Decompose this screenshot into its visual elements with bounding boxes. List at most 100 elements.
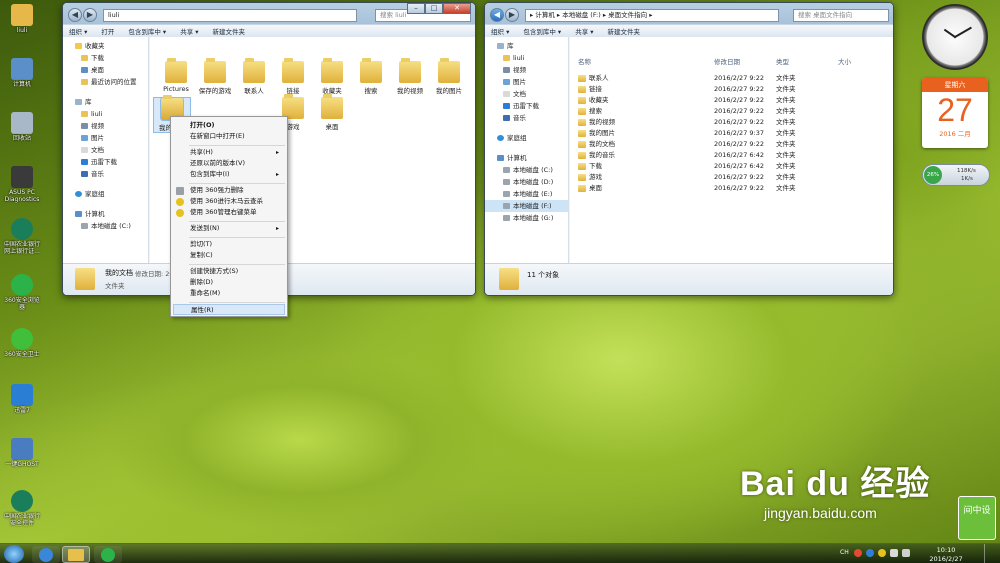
folder-item[interactable]: 搜索 bbox=[352, 58, 390, 95]
menu-copy[interactable]: 复制(C) bbox=[173, 250, 285, 261]
search-input[interactable]: 搜索 桌面文件指向 bbox=[793, 9, 889, 22]
nav-drive-g[interactable]: 本地磁盘 (G:) bbox=[485, 212, 568, 224]
nav-drive-f[interactable]: 本地磁盘 (F:) bbox=[485, 200, 568, 212]
volume-icon[interactable] bbox=[902, 549, 910, 557]
360-tray-icon[interactable] bbox=[878, 549, 886, 557]
taskbar-explorer[interactable] bbox=[62, 546, 90, 563]
desktop-icon-user[interactable]: liuli bbox=[2, 4, 42, 34]
network-icon[interactable] bbox=[890, 549, 898, 557]
nav-lib-liuli[interactable]: liuli bbox=[485, 52, 568, 64]
folder-item[interactable]: 联系人 bbox=[235, 58, 273, 95]
folder-item[interactable]: 我的图片 bbox=[430, 58, 468, 95]
folder-item[interactable]: 我的视频 bbox=[391, 58, 429, 95]
sogou-icon[interactable] bbox=[854, 549, 862, 557]
share-menu[interactable]: 共享 ▾ bbox=[575, 26, 593, 36]
tray-date[interactable]: 2016/2/27 bbox=[916, 555, 976, 563]
table-row[interactable]: 桌面 2016/2/27 9:22 文件夹 bbox=[570, 183, 893, 194]
taskbar-ie[interactable] bbox=[32, 546, 60, 563]
desktop-icon-360-browser[interactable]: 360安全浏览器 bbox=[2, 274, 42, 311]
tray-time[interactable]: 10:10 bbox=[916, 546, 976, 554]
calendar-gadget[interactable]: 星期六 27 2016 二月 bbox=[922, 78, 988, 148]
nav-recent[interactable]: 最近访问的位置 bbox=[63, 76, 148, 88]
new-folder-button[interactable]: 新建文件夹 bbox=[608, 26, 641, 36]
menu-delete[interactable]: 删除(D) bbox=[173, 277, 285, 288]
nav-lib-documents[interactable]: 文档 bbox=[485, 88, 568, 100]
open-button[interactable]: 打开 bbox=[101, 26, 114, 36]
nav-desktop[interactable]: 桌面 bbox=[63, 64, 148, 76]
table-row[interactable]: 我的音乐 2016/2/27 6:42 文件夹 bbox=[570, 150, 893, 161]
table-row[interactable]: 游戏 2016/2/27 9:22 文件夹 bbox=[570, 172, 893, 183]
menu-properties[interactable]: 属性(R) bbox=[173, 304, 285, 315]
menu-open[interactable]: 打开(O) bbox=[173, 120, 285, 131]
menu-360-trojan-scan[interactable]: 使用 360进行木马云查杀 bbox=[173, 196, 285, 207]
folder-item[interactable]: Pictures bbox=[157, 58, 195, 93]
nav-libraries[interactable]: 库 bbox=[63, 96, 148, 108]
show-desktop-button[interactable] bbox=[984, 544, 992, 563]
desktop-icon-xunlei[interactable]: 迅雷7 bbox=[2, 384, 42, 414]
nav-lib-xunlei[interactable]: 迅雷下载 bbox=[485, 100, 568, 112]
menu-cut[interactable]: 剪切(T) bbox=[173, 239, 285, 250]
nav-drive-e[interactable]: 本地磁盘 (E:) bbox=[485, 188, 568, 200]
desktop-icon-asus[interactable]: ASUS PC Diagnostics bbox=[2, 166, 42, 203]
address-bar[interactable]: ▸ 计算机 ▸ 本地磁盘 (F:) ▸ 桌面文件指向 ▸ bbox=[525, 9, 779, 22]
forward-button[interactable]: ▶ bbox=[83, 8, 97, 22]
nav-drive-c[interactable]: 本地磁盘 (C:) bbox=[485, 164, 568, 176]
desktop-icon-computer[interactable]: 计算机 bbox=[2, 58, 42, 88]
nav-lib-music[interactable]: 音乐 bbox=[485, 112, 568, 124]
nav-drive-d[interactable]: 本地磁盘 (D:) bbox=[485, 176, 568, 188]
table-row[interactable]: 联系人 2016/2/27 9:22 文件夹 bbox=[570, 73, 893, 84]
address-bar[interactable]: liuli bbox=[103, 9, 357, 22]
minimize-button[interactable]: – bbox=[407, 3, 425, 14]
share-menu[interactable]: 共享 ▾ bbox=[180, 26, 198, 36]
desktop-icon-360-safe[interactable]: 360安全卫士 bbox=[2, 328, 42, 358]
back-button[interactable]: ◀ bbox=[490, 8, 504, 22]
nav-computer[interactable]: 计算机 bbox=[63, 208, 148, 220]
folder-item[interactable]: 保存的游戏 bbox=[196, 58, 234, 95]
table-row[interactable]: 链接 2016/2/27 9:22 文件夹 bbox=[570, 84, 893, 95]
input-lang[interactable]: CH bbox=[840, 549, 849, 556]
menu-share[interactable]: 共享(H) ▸ bbox=[173, 147, 285, 158]
nav-lib-videos[interactable]: 视频 bbox=[485, 64, 568, 76]
menu-360-force-delete[interactable]: 使用 360强力删除 bbox=[173, 185, 285, 196]
menu-restore-versions[interactable]: 还原以前的版本(V) bbox=[173, 158, 285, 169]
close-button[interactable]: ✕ bbox=[443, 3, 471, 14]
desktop-icon-recycle-bin[interactable]: 回收站 bbox=[2, 112, 42, 142]
folder-item[interactable]: 收藏夹 bbox=[313, 58, 351, 95]
nav-computer[interactable]: 计算机 bbox=[485, 152, 568, 164]
start-button[interactable] bbox=[4, 545, 24, 563]
table-row[interactable]: 我的图片 2016/2/27 9:37 文件夹 bbox=[570, 128, 893, 139]
organize-menu[interactable]: 组织 ▾ bbox=[491, 26, 509, 36]
table-row[interactable]: 收藏夹 2016/2/27 9:22 文件夹 bbox=[570, 95, 893, 106]
table-row[interactable]: 我的视频 2016/2/27 9:22 文件夹 bbox=[570, 117, 893, 128]
nav-lib-videos[interactable]: 视频 bbox=[63, 120, 148, 132]
folder-item[interactable]: 链接 bbox=[274, 58, 312, 95]
help-icon[interactable] bbox=[866, 549, 874, 557]
right-explorer-window[interactable]: ◀ ▶ ▸ 计算机 ▸ 本地磁盘 (F:) ▸ 桌面文件指向 ▸ 搜索 桌面文件… bbox=[484, 2, 894, 296]
nav-lib-liuli[interactable]: liuli bbox=[63, 108, 148, 120]
menu-open-new-window[interactable]: 在新窗口中打开(E) bbox=[173, 131, 285, 142]
nav-drive-c[interactable]: 本地磁盘 (C:) bbox=[63, 220, 148, 232]
nav-homegroup[interactable]: 家庭组 bbox=[485, 132, 568, 144]
menu-send-to[interactable]: 发送到(N) ▸ bbox=[173, 223, 285, 234]
nav-lib-pictures[interactable]: 图片 bbox=[63, 132, 148, 144]
col-type[interactable]: 类型 bbox=[776, 57, 789, 68]
nav-libraries[interactable]: 库 bbox=[485, 40, 568, 52]
clock-gadget[interactable] bbox=[922, 4, 988, 70]
menu-include-library[interactable]: 包含到库中(I) ▸ bbox=[173, 169, 285, 180]
table-row[interactable]: 我的文档 2016/2/27 9:22 文件夹 bbox=[570, 139, 893, 150]
nav-homegroup[interactable]: 家庭组 bbox=[63, 188, 148, 200]
nav-lib-music[interactable]: 音乐 bbox=[63, 168, 148, 180]
table-row[interactable]: 搜索 2016/2/27 9:22 文件夹 bbox=[570, 106, 893, 117]
table-row[interactable]: 下载 2016/2/27 6:42 文件夹 bbox=[570, 161, 893, 172]
organize-menu[interactable]: 组织 ▾ bbox=[69, 26, 87, 36]
new-folder-button[interactable]: 新建文件夹 bbox=[213, 26, 246, 36]
nav-favorites[interactable]: 收藏夹 bbox=[63, 40, 148, 52]
desktop-icon-abc-security[interactable]: 中国农业银行安全控件 bbox=[2, 490, 42, 527]
col-name[interactable]: 名称 bbox=[578, 57, 591, 68]
network-monitor-gadget[interactable]: 26% 118K/s 1K/s bbox=[922, 164, 990, 186]
nav-lib-documents[interactable]: 文档 bbox=[63, 144, 148, 156]
menu-create-shortcut[interactable]: 创建快捷方式(S) bbox=[173, 266, 285, 277]
menu-rename[interactable]: 重命名(M) bbox=[173, 288, 285, 299]
include-in-library-menu[interactable]: 包含到库中 ▾ bbox=[523, 26, 561, 36]
folder-item[interactable]: 桌面 bbox=[313, 94, 351, 131]
